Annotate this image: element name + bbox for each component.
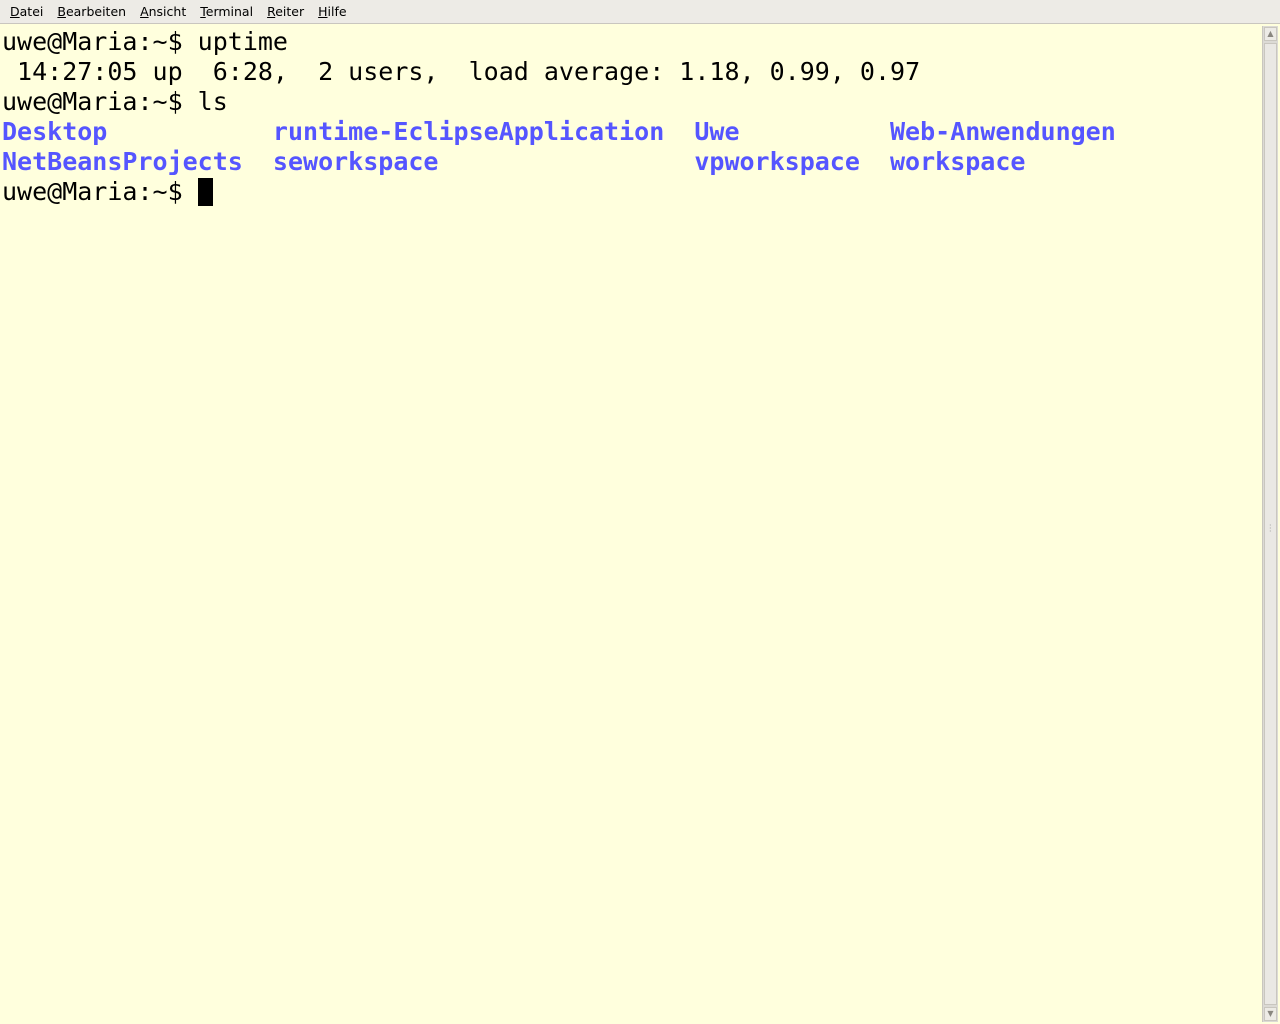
scrollbar-thumb[interactable]: · · ·	[1264, 43, 1277, 1005]
text-cursor	[197, 178, 213, 206]
menu-hilfe[interactable]: Hilfe	[311, 4, 353, 19]
command-line: uwe@Maria:~$ uptime	[2, 27, 288, 56]
uptime-output: 14:27:05 up 6:28, 2 users, load average:…	[2, 57, 921, 86]
directory-entry: workspace	[890, 147, 1026, 176]
directory-entry: Desktop	[2, 117, 108, 146]
scroll-down-arrow-icon[interactable]: ▼	[1264, 1007, 1277, 1021]
menu-reiter[interactable]: Reiter	[260, 4, 311, 19]
prompt-line: uwe@Maria:~$	[2, 177, 1260, 207]
grip-icon: · · ·	[1269, 521, 1272, 536]
ls-row: NetBeansProjects seworkspace vpworkspace…	[2, 147, 1260, 177]
menu-ansicht[interactable]: Ansicht	[133, 4, 193, 19]
terminal-output[interactable]: uwe@Maria:~$ uptime 14:27:05 up 6:28, 2 …	[2, 27, 1260, 1024]
directory-entry: NetBeansProjects	[2, 147, 243, 176]
scroll-up-arrow-icon[interactable]: ▲	[1264, 27, 1277, 41]
menu-terminal[interactable]: Terminal	[193, 4, 260, 19]
directory-entry: runtime-EclipseApplication	[272, 117, 665, 146]
directory-entry: Web-Anwendungen	[890, 117, 1116, 146]
directory-entry: vpworkspace	[694, 147, 860, 176]
vertical-scrollbar[interactable]: ▲ · · · ▼	[1262, 26, 1278, 1022]
menu-bar: Datei Bearbeiten Ansicht Terminal Reiter…	[0, 0, 1280, 24]
directory-entry: Uwe	[694, 117, 740, 146]
menu-bearbeiten[interactable]: Bearbeiten	[50, 4, 133, 19]
menu-datei[interactable]: Datei	[3, 4, 50, 19]
command-line: uwe@Maria:~$ ls	[2, 87, 228, 116]
directory-entry: seworkspace	[272, 147, 439, 176]
ls-row: Desktop runtime-EclipseApplication Uwe W…	[2, 117, 1260, 147]
